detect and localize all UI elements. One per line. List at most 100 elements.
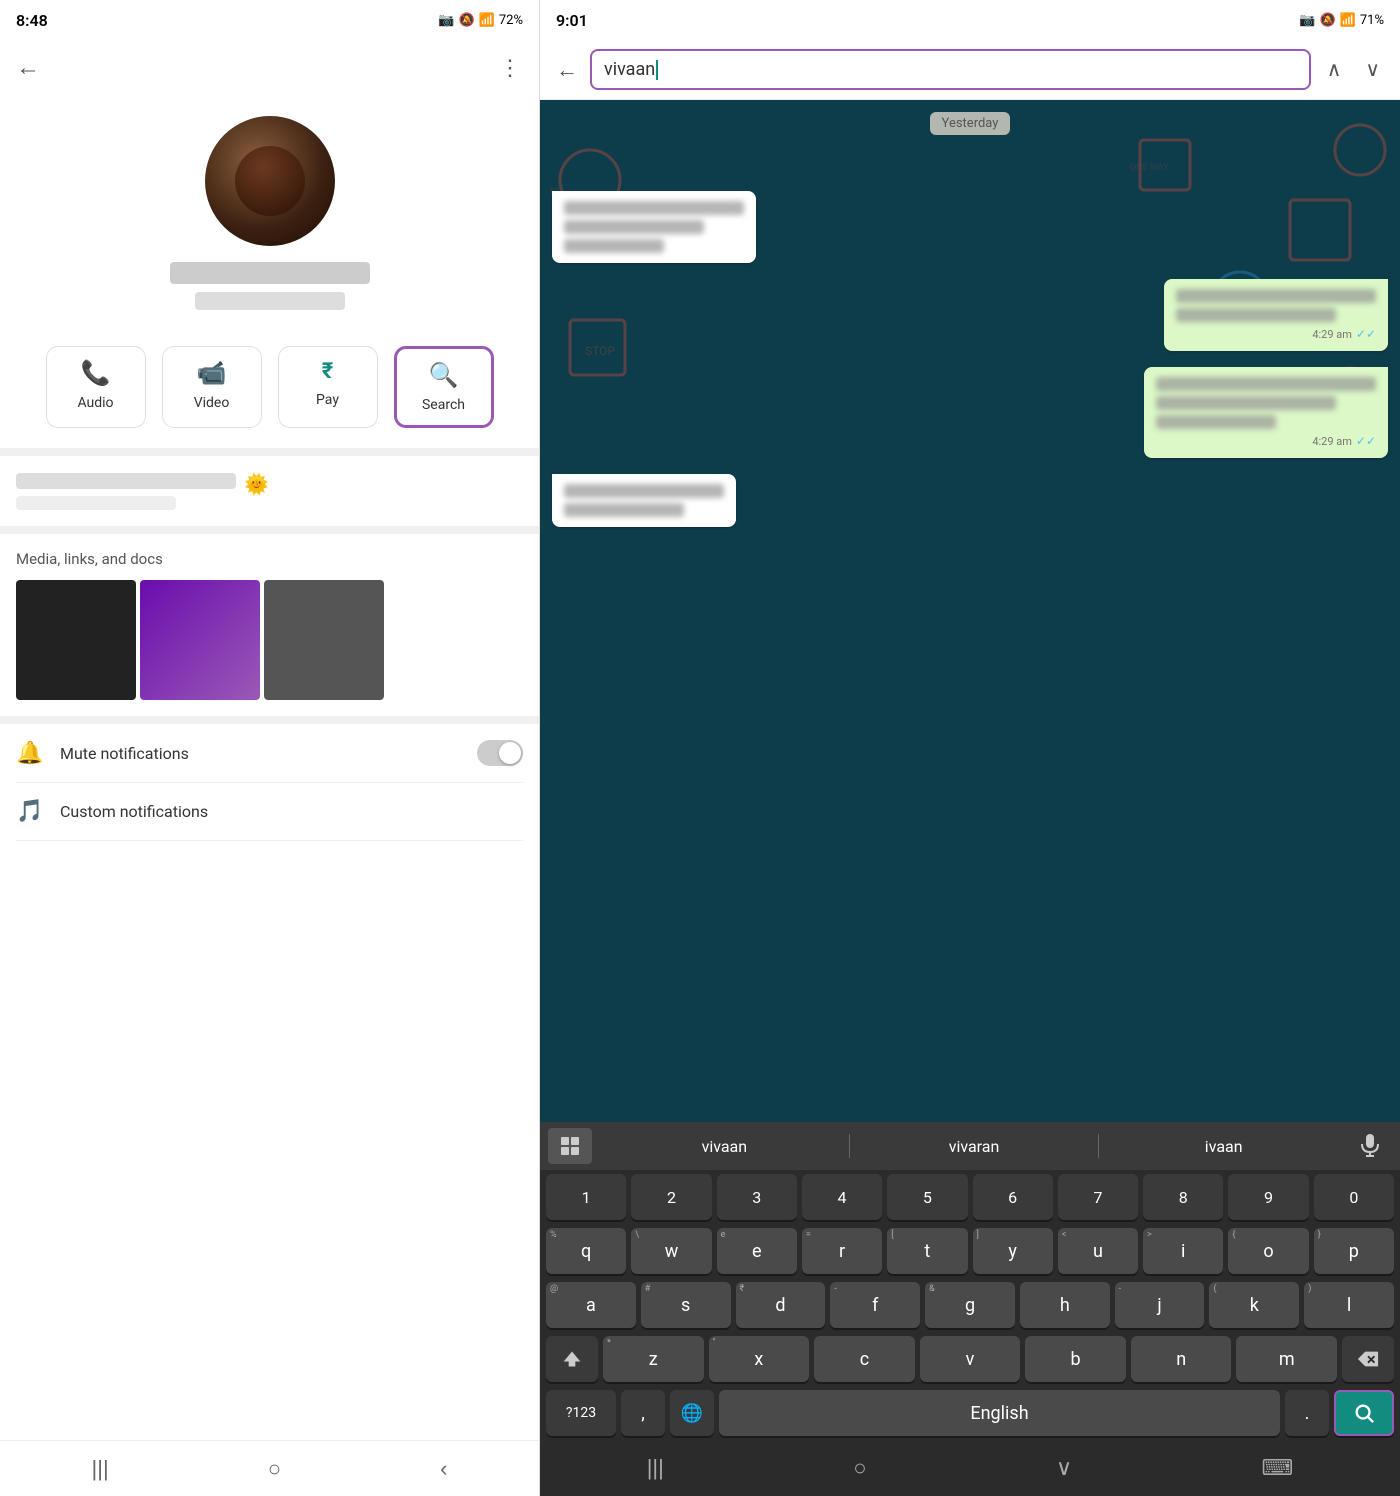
backspace-key[interactable] <box>1342 1336 1394 1382</box>
key-s[interactable]: # s <box>641 1282 731 1328</box>
globe-icon: 🌐 <box>681 1403 703 1424</box>
key-m[interactable]: m <box>1236 1336 1337 1382</box>
key-z[interactable]: * z <box>603 1336 704 1382</box>
key-o[interactable]: { o <box>1228 1228 1308 1274</box>
key-g[interactable]: & g <box>925 1282 1015 1328</box>
audio-icon: 📞 <box>81 359 111 387</box>
numbers-key[interactable]: ?123 <box>546 1390 616 1436</box>
media-item-1[interactable] <box>16 580 136 700</box>
custom-notifications-row[interactable]: 🎵 Custom notifications <box>16 783 523 841</box>
search-label-left: Search <box>422 397 465 413</box>
nav-bar-left: ||| ○ ‹ <box>0 1440 539 1496</box>
key-y[interactable]: ] y <box>973 1228 1053 1274</box>
msg-ticks-1: ✓✓ <box>1356 327 1376 341</box>
search-back-button[interactable]: ← <box>552 53 582 87</box>
key-h[interactable]: h <box>1020 1282 1110 1328</box>
mute-label: Mute notifications <box>60 744 477 763</box>
key-3[interactable]: 3 <box>717 1174 797 1220</box>
key-1[interactable]: 1 <box>546 1174 626 1220</box>
key-u[interactable]: < u <box>1058 1228 1138 1274</box>
audio-button[interactable]: 📞 Audio <box>46 346 146 428</box>
shift-key[interactable] <box>546 1336 598 1382</box>
period-key[interactable]: . <box>1285 1390 1329 1436</box>
nav-back-button[interactable]: ‹ <box>440 1456 447 1482</box>
key-x[interactable]: " x <box>709 1336 810 1382</box>
search-input-wrapper[interactable]: vivaan <box>590 49 1311 90</box>
keyboard-search-icon <box>1353 1402 1375 1424</box>
key-c[interactable]: c <box>814 1336 915 1382</box>
suggestion-2[interactable]: vivaran <box>850 1133 1099 1160</box>
status-icons-right: 📷 🔕 📶 71% <box>1299 13 1384 28</box>
msg-time-2: 4:29 am <box>1312 435 1352 448</box>
keyboard-grid-button[interactable] <box>548 1128 592 1164</box>
key-p[interactable]: } p <box>1314 1228 1394 1274</box>
key-9[interactable]: 9 <box>1228 1174 1308 1220</box>
key-e[interactable]: e e <box>717 1228 797 1274</box>
status-section: 🌞 <box>0 456 539 526</box>
key-5[interactable]: 5 <box>887 1174 967 1220</box>
left-header: ← ⋮ <box>0 40 539 96</box>
key-b[interactable]: b <box>1025 1336 1126 1382</box>
left-panel: 8:48 📷 🔕 📶 72% ← ⋮ 📞 Audio 📹 Video ₹ <box>0 0 540 1496</box>
pay-button[interactable]: ₹ Pay <box>278 346 378 428</box>
settings-section: 🔔 Mute notifications 🎵 Custom notificati… <box>0 724 539 841</box>
video-button[interactable]: 📹 Video <box>162 346 262 428</box>
nav-home-button[interactable]: ○ <box>268 1456 281 1482</box>
nav-keyboard-right[interactable]: ⌨ <box>1261 1455 1293 1481</box>
key-w[interactable]: \ w <box>631 1228 711 1274</box>
key-2[interactable]: 2 <box>631 1174 711 1220</box>
status-line2 <box>16 496 176 510</box>
mute-notifications-row: 🔔 Mute notifications <box>16 724 523 783</box>
key-f[interactable]: - f <box>830 1282 920 1328</box>
video-icon: 📹 <box>197 359 227 387</box>
nav-recent-right[interactable]: ||| <box>647 1455 664 1481</box>
nav-bar-right: ||| ○ ∨ ⌨ <box>540 1440 1400 1496</box>
key-q[interactable]: % q <box>546 1228 626 1274</box>
key-k[interactable]: ( k <box>1209 1282 1299 1328</box>
key-i[interactable]: > i <box>1143 1228 1223 1274</box>
status-bar-right: 9:01 📷 🔕 📶 71% <box>540 0 1400 40</box>
suggestion-3[interactable]: ivaan <box>1099 1133 1348 1160</box>
message-received-2 <box>552 474 736 527</box>
qwerty-row: % q \ w e e = r [ t ] y <box>540 1224 1400 1278</box>
msg-ticks-2: ✓✓ <box>1356 434 1376 448</box>
more-options-button[interactable]: ⋮ <box>499 55 523 81</box>
globe-key[interactable]: 🌐 <box>670 1390 714 1436</box>
comma-key[interactable]: , <box>621 1390 665 1436</box>
key-j[interactable]: - j <box>1115 1282 1205 1328</box>
nav-home-right[interactable]: ○ <box>853 1455 866 1481</box>
nav-back-right[interactable]: ∨ <box>1056 1455 1072 1481</box>
key-l[interactable]: ) l <box>1304 1282 1394 1328</box>
back-button-left[interactable]: ← <box>16 54 40 82</box>
key-d[interactable]: ₹ d <box>736 1282 826 1328</box>
key-0[interactable]: 0 <box>1314 1174 1394 1220</box>
key-t[interactable]: [ t <box>887 1228 967 1274</box>
keyboard-search-button[interactable] <box>1334 1390 1394 1436</box>
mute-toggle[interactable] <box>477 740 523 766</box>
messages-area: 4:29 am ✓✓ 4:29 am ✓✓ <box>540 131 1400 543</box>
time-right: 9:01 <box>556 11 588 30</box>
key-n[interactable]: n <box>1131 1336 1232 1382</box>
key-a[interactable]: @ a <box>546 1282 636 1328</box>
suggestion-1[interactable]: vivaan <box>600 1133 849 1160</box>
search-button-left[interactable]: 🔍 Search <box>394 346 494 428</box>
zxcv-row: * z " x c v b n m <box>540 1332 1400 1386</box>
mic-button[interactable] <box>1348 1128 1392 1164</box>
search-prev-button[interactable]: ∧ <box>1319 53 1350 86</box>
key-v[interactable]: v <box>920 1336 1021 1382</box>
grid-icon <box>560 1136 580 1156</box>
space-key[interactable]: English <box>719 1390 1280 1436</box>
pay-icon: ₹ <box>322 359 334 384</box>
key-4[interactable]: 4 <box>802 1174 882 1220</box>
media-item-2[interactable] <box>140 580 260 700</box>
key-r[interactable]: = r <box>802 1228 882 1274</box>
media-item-3[interactable] <box>264 580 384 700</box>
keyboard-area: vivaan vivaran ivaan 1 2 3 4 5 6 7 <box>540 1122 1400 1496</box>
nav-recent-button[interactable]: ||| <box>92 1456 109 1482</box>
key-7[interactable]: 7 <box>1058 1174 1138 1220</box>
chat-background: STOP NO ONE WAY Yesterday <box>540 100 1400 1122</box>
key-8[interactable]: 8 <box>1143 1174 1223 1220</box>
profile-phone <box>195 292 345 310</box>
search-next-button[interactable]: ∨ <box>1357 53 1388 86</box>
key-6[interactable]: 6 <box>973 1174 1053 1220</box>
